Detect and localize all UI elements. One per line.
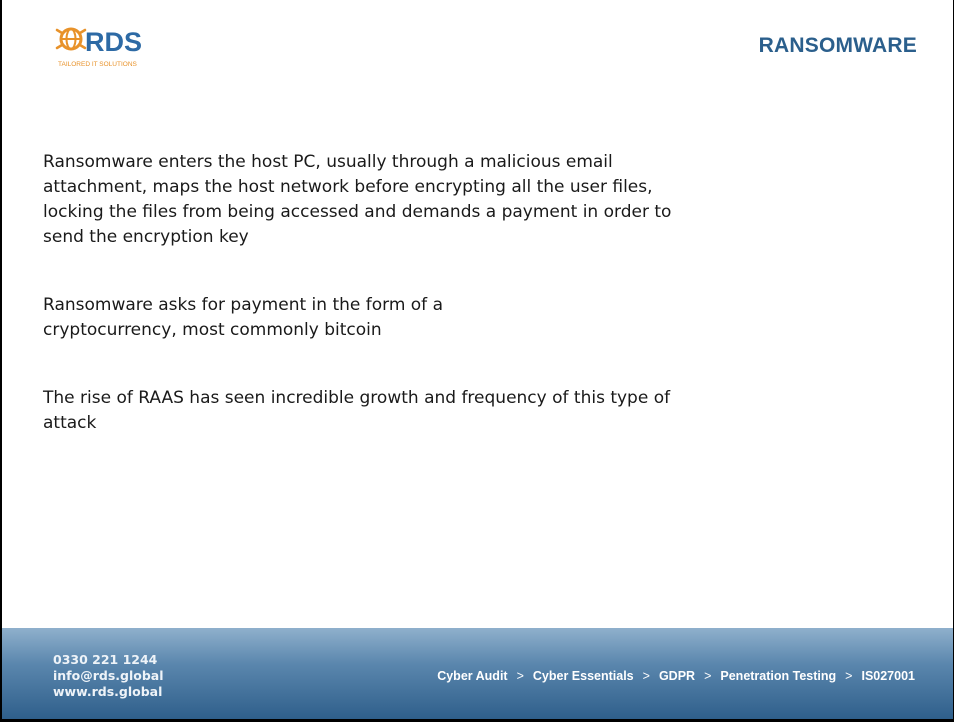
services-list: Cyber Audit > Cyber Essentials > GDPR > Penetr… <box>437 669 915 683</box>
footer-bar: 0330 221 1244 info@rds.global www.rds.gl… <box>2 628 953 719</box>
body-paragraph: The rise of RAAS has seen incredible gro… <box>43 388 671 433</box>
slide: RDS TAILORED IT SOLUTIONS RANSOMWARE Ran… <box>2 0 953 719</box>
slide-title: RANSOMWARE <box>758 34 917 57</box>
slide-body: Ransomware enters the host PC, usually t… <box>43 150 703 479</box>
logo-wordmark: RDS <box>85 27 142 57</box>
rds-logo: RDS TAILORED IT SOLUTIONS <box>54 18 214 78</box>
contact-info: 0330 221 1244 info@rds.global www.rds.gl… <box>53 652 164 700</box>
logo-tagline: TAILORED IT SOLUTIONS <box>58 61 138 68</box>
globe-icon <box>55 27 87 51</box>
body-paragraph: Ransomware asks for payment in the form … <box>43 295 443 340</box>
service-gdpr: GDPR <box>658 669 696 683</box>
body-paragraph: Ransomware enters the host PC, usually t… <box>43 152 672 247</box>
breadcrumb-separator: > <box>642 669 650 683</box>
service-penetration-testing: Penetration Testing <box>720 669 837 683</box>
contact-phone: 0330 221 1244 <box>53 652 158 667</box>
service-cyber-audit: Cyber Audit <box>437 669 508 683</box>
contact-email: info@rds.global <box>53 668 164 683</box>
breadcrumb-separator: > <box>516 669 524 683</box>
service-iso27001: IS027001 <box>861 669 915 683</box>
service-cyber-essentials: Cyber Essentials <box>532 669 634 683</box>
rds-logo-graphic: RDS TAILORED IT SOLUTIONS <box>55 27 142 68</box>
breadcrumb-separator: > <box>845 669 853 683</box>
breadcrumb-separator: > <box>704 669 712 683</box>
contact-website: www.rds.global <box>53 684 163 699</box>
